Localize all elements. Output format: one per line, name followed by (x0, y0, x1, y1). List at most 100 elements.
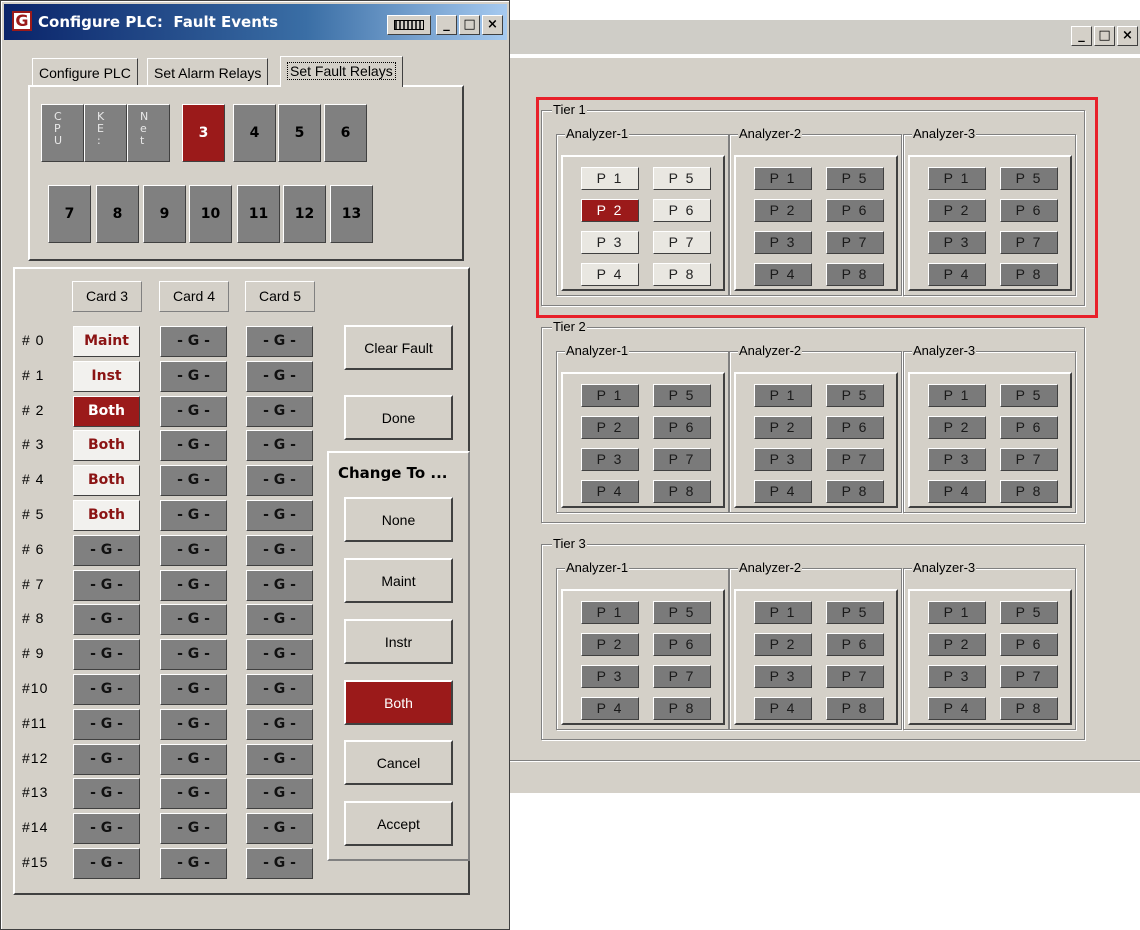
relay-cell[interactable]: - G - (246, 848, 313, 879)
relay-cell[interactable]: - G - (246, 778, 313, 809)
relay-cell[interactable]: - G - (246, 674, 313, 705)
point-button[interactable]: P 5 (1000, 601, 1058, 624)
relay-cell[interactable]: - G - (73, 709, 140, 740)
relay-cell[interactable]: - G - (160, 430, 227, 461)
point-button[interactable]: P 6 (826, 416, 884, 439)
relay-cell[interactable]: Both (73, 500, 140, 531)
relay-cell[interactable]: - G - (73, 778, 140, 809)
card-button-net[interactable]: N e t (127, 104, 170, 162)
relay-cell[interactable]: - G - (160, 674, 227, 705)
point-button[interactable]: P 1 (754, 601, 812, 624)
point-button[interactable]: P 8 (653, 697, 711, 720)
relay-cell[interactable]: - G - (246, 535, 313, 566)
relay-cell[interactable]: - G - (160, 326, 227, 357)
point-button[interactable]: P 4 (754, 697, 812, 720)
point-button[interactable]: P 3 (754, 448, 812, 471)
point-button[interactable]: P 7 (1000, 448, 1058, 471)
point-button[interactable]: P 4 (581, 480, 639, 503)
point-button[interactable]: P 4 (581, 697, 639, 720)
relay-cell[interactable]: - G - (160, 465, 227, 496)
relay-cell[interactable]: - G - (73, 639, 140, 670)
relay-cell[interactable]: - G - (73, 813, 140, 844)
relay-cell[interactable]: - G - (73, 535, 140, 566)
relay-cell[interactable]: - G - (246, 396, 313, 427)
card-button-4[interactable]: 4 (233, 104, 276, 162)
relay-cell[interactable]: - G - (246, 500, 313, 531)
relay-cell[interactable]: - G - (246, 361, 313, 392)
card-button-13[interactable]: 13 (330, 185, 373, 243)
relay-cell[interactable]: - G - (246, 465, 313, 496)
relay-cell[interactable]: - G - (73, 604, 140, 635)
tab-set-alarm-relays[interactable]: Set Alarm Relays (147, 58, 269, 86)
point-button[interactable]: P 1 (754, 384, 812, 407)
point-button[interactable]: P 4 (928, 697, 986, 720)
change-maint-button[interactable]: Maint (344, 558, 453, 603)
relay-cell[interactable]: - G - (160, 604, 227, 635)
relay-cell[interactable]: - G - (160, 709, 227, 740)
relay-cell[interactable]: - G - (246, 744, 313, 775)
point-button[interactable]: P 5 (826, 384, 884, 407)
relay-cell[interactable]: - G - (160, 778, 227, 809)
point-button[interactable]: P 1 (928, 601, 986, 624)
minimize-button[interactable]: _ (436, 15, 457, 35)
relay-cell[interactable]: - G - (160, 639, 227, 670)
relay-cell[interactable]: - G - (160, 744, 227, 775)
relay-cell[interactable]: - G - (246, 604, 313, 635)
clear-fault-button[interactable]: Clear Fault (344, 325, 453, 370)
point-button[interactable]: P 2 (581, 416, 639, 439)
relay-cell[interactable]: - G - (160, 361, 227, 392)
relay-cell[interactable]: - G - (160, 396, 227, 427)
relay-cell[interactable]: - G - (246, 639, 313, 670)
change-both-button[interactable]: Both (344, 680, 453, 725)
minimize-button[interactable]: _ (1071, 26, 1092, 46)
point-button[interactable]: P 2 (754, 416, 812, 439)
card-button-5[interactable]: 5 (278, 104, 321, 162)
card-button-12[interactable]: 12 (283, 185, 326, 243)
point-button[interactable]: P 7 (826, 448, 884, 471)
change-instr-button[interactable]: Instr (344, 619, 453, 664)
point-button[interactable]: P 8 (826, 697, 884, 720)
relay-cell[interactable]: - G - (246, 570, 313, 601)
point-button[interactable]: P 7 (1000, 665, 1058, 688)
point-button[interactable]: P 3 (581, 448, 639, 471)
relay-cell[interactable]: Both (73, 430, 140, 461)
point-button[interactable]: P 4 (928, 480, 986, 503)
point-button[interactable]: P 5 (1000, 384, 1058, 407)
relay-cell[interactable]: - G - (160, 535, 227, 566)
point-button[interactable]: P 2 (581, 633, 639, 656)
card-button-cpu[interactable]: C P U (41, 104, 84, 162)
relay-cell[interactable]: - G - (246, 326, 313, 357)
point-button[interactable]: P 2 (928, 633, 986, 656)
point-button[interactable]: P 6 (653, 633, 711, 656)
maximize-button[interactable]: □ (1094, 26, 1115, 46)
close-button[interactable]: × (482, 15, 503, 35)
point-button[interactable]: P 3 (928, 448, 986, 471)
point-button[interactable]: P 6 (1000, 416, 1058, 439)
relay-cell[interactable]: - G - (160, 570, 227, 601)
card-button-6[interactable]: 6 (324, 104, 367, 162)
point-button[interactable]: P 5 (653, 384, 711, 407)
point-button[interactable]: P 5 (826, 601, 884, 624)
relay-cell[interactable]: - G - (73, 848, 140, 879)
point-button[interactable]: P 8 (826, 480, 884, 503)
relay-cell[interactable]: - G - (246, 813, 313, 844)
point-button[interactable]: P 5 (653, 601, 711, 624)
close-button[interactable]: × (1117, 26, 1138, 46)
relay-cell[interactable]: - G - (73, 674, 140, 705)
point-button[interactable]: P 4 (754, 480, 812, 503)
point-button[interactable]: P 8 (653, 480, 711, 503)
point-button[interactable]: P 3 (581, 665, 639, 688)
done-button[interactable]: Done (344, 395, 453, 440)
relay-cell[interactable]: - G - (160, 500, 227, 531)
point-button[interactable]: P 1 (928, 384, 986, 407)
card-button-9[interactable]: 9 (143, 185, 186, 243)
card-button-ke[interactable]: K E : (84, 104, 127, 162)
point-button[interactable]: P 7 (826, 665, 884, 688)
maximize-button[interactable]: □ (459, 15, 480, 35)
relay-cell[interactable]: - G - (246, 430, 313, 461)
point-button[interactable]: P 7 (653, 448, 711, 471)
relay-cell[interactable]: Both (73, 465, 140, 496)
relay-cell[interactable]: Maint (73, 326, 140, 357)
relay-cell[interactable]: - G - (246, 709, 313, 740)
point-button[interactable]: P 8 (1000, 480, 1058, 503)
